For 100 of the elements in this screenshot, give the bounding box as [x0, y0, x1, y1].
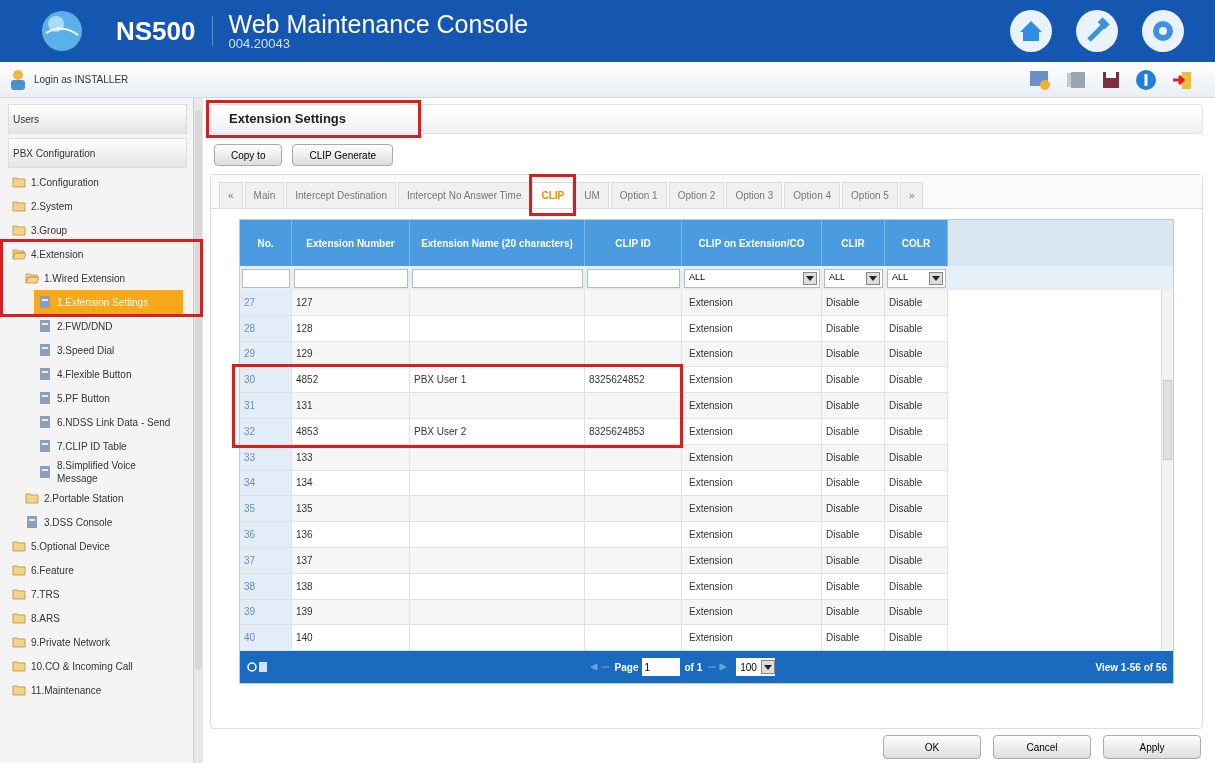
table-cell: 128 — [292, 315, 410, 341]
table-cell: 27 — [240, 290, 292, 315]
panel-header[interactable]: Users — [8, 104, 187, 134]
table-cell: 129 — [292, 341, 410, 367]
filter-field[interactable] — [294, 268, 408, 288]
info-icon[interactable] — [1135, 68, 1157, 91]
filter-dropdown[interactable]: ALL — [684, 268, 820, 288]
filter-dropdown[interactable]: ALL — [887, 268, 946, 288]
tab[interactable]: Main — [244, 182, 285, 208]
last-page-icon[interactable] — [706, 663, 729, 672]
tree-item[interactable]: 2.System — [8, 194, 193, 218]
tab[interactable]: Intercept Destination — [286, 182, 396, 208]
footer-button[interactable]: OK — [883, 735, 981, 759]
caret-icon — [932, 275, 940, 281]
tree-item[interactable]: 5.PF Button — [34, 386, 193, 410]
window-icon[interactable] — [1029, 68, 1051, 91]
filter-dropdown[interactable]: ALL — [824, 268, 883, 288]
document-icon — [38, 367, 52, 381]
tree-item[interactable]: 10.CO & Incoming Call — [8, 654, 193, 678]
table-cell: 133 — [292, 444, 410, 470]
tree-item[interactable]: 11.Maintenance — [8, 678, 193, 702]
table-cell: 32 — [240, 419, 292, 444]
table-cell: Disable — [885, 444, 948, 470]
product-name: NS500 — [116, 14, 196, 48]
table-cell: Disable — [822, 470, 885, 496]
hammer-icon[interactable] — [1075, 9, 1119, 53]
tab[interactable]: Intercept No Answer Time — [397, 182, 531, 208]
table-cell: 127 — [292, 290, 410, 315]
document-icon — [38, 343, 52, 357]
tree-item[interactable]: 7.CLIP ID Table — [34, 434, 193, 458]
footer-button[interactable]: Apply — [1103, 735, 1201, 759]
tree-item[interactable]: 9.Private Network — [8, 630, 193, 654]
settings-icon[interactable] — [1141, 9, 1185, 53]
table-cell: Disable — [885, 290, 948, 315]
footer-button[interactable]: Cancel — [993, 735, 1091, 759]
tab[interactable]: Option 4 — [784, 182, 841, 208]
tree-item[interactable]: 3.DSS Console — [21, 510, 193, 534]
table-cell: Disable — [885, 599, 948, 625]
tab[interactable]: Option 5 — [842, 182, 898, 208]
refresh-icon[interactable] — [246, 660, 268, 675]
page-field[interactable]: 1 — [642, 658, 681, 677]
tree-item[interactable]: 8.Simplified Voice Message — [34, 458, 193, 486]
filter-field[interactable] — [587, 268, 680, 288]
tree-item[interactable]: 6.NDSS Link Data - Send — [34, 410, 193, 434]
tree-item[interactable]: 1.Configuration — [8, 170, 193, 194]
tab[interactable]: Option 1 — [610, 182, 667, 208]
tree-item[interactable]: 4.Flexible Button — [34, 362, 193, 386]
tree-item[interactable]: 5.Optional Device — [8, 534, 193, 558]
document-icon — [38, 295, 52, 309]
filter-field[interactable] — [242, 268, 290, 288]
action-button[interactable]: Copy to — [214, 144, 283, 166]
tree-item[interactable]: 4.Extension — [8, 242, 193, 266]
tree-item[interactable]: 2.FWD/DND — [34, 314, 193, 338]
tree-item[interactable]: 7.TRS — [8, 582, 193, 606]
table-cell: 39 — [240, 599, 292, 625]
tab[interactable]: « — [219, 182, 243, 208]
folder-icon — [12, 224, 26, 236]
table-cell: Disable — [822, 419, 885, 444]
document-icon — [38, 391, 52, 405]
table-cell: Extension — [682, 625, 822, 651]
table-cell: 36 — [240, 522, 292, 547]
document-icon — [25, 515, 39, 529]
tree-item[interactable]: 1.Wired Extension — [21, 266, 193, 290]
page-size-dropdown[interactable]: 100 — [736, 658, 775, 677]
table-cell: Extension — [682, 290, 822, 315]
caret-icon — [869, 275, 877, 281]
folder-icon — [12, 176, 26, 188]
tree-item[interactable]: 3.Speed Dial — [34, 338, 193, 362]
action-button[interactable]: CLIP Generate — [292, 144, 393, 166]
table-cell: Disable — [885, 547, 948, 573]
document-icon — [38, 319, 52, 333]
table-cell: Disable — [885, 470, 948, 496]
table-cell: Extension — [682, 573, 822, 599]
table-cell: 34 — [240, 470, 292, 496]
filter-field[interactable] — [412, 268, 583, 288]
tree-item[interactable]: 2.Portable Station — [21, 486, 193, 510]
first-page-icon[interactable] — [588, 663, 611, 672]
table-cell: Disable — [822, 573, 885, 599]
home-icon[interactable] — [1009, 9, 1053, 53]
table-cell: Disable — [885, 573, 948, 599]
tree-item[interactable]: 3.Group — [8, 218, 193, 242]
table-cell: Disable — [822, 625, 885, 651]
table-cell: Extension — [682, 470, 822, 496]
tree-item[interactable]: 8.ARS — [8, 606, 193, 630]
user-icon — [10, 68, 26, 91]
panel-header[interactable]: PBX Configuration — [8, 138, 187, 168]
document-icon — [38, 415, 52, 429]
pager-label: Page — [614, 660, 639, 675]
tab[interactable]: UM — [575, 182, 609, 208]
tab[interactable]: Option 2 — [668, 182, 725, 208]
tree-item[interactable]: 6.Feature — [8, 558, 193, 582]
table-cell: 30 — [240, 367, 292, 393]
folder-icon — [12, 588, 26, 600]
table-cell: Disable — [885, 367, 948, 393]
globe-icon — [40, 9, 84, 53]
version-label: 004.20043 — [228, 37, 291, 50]
tab[interactable]: » — [899, 182, 924, 208]
tab[interactable]: Option 3 — [726, 182, 783, 208]
table-cell: Disable — [822, 547, 885, 573]
table-cell: 31 — [240, 393, 292, 418]
